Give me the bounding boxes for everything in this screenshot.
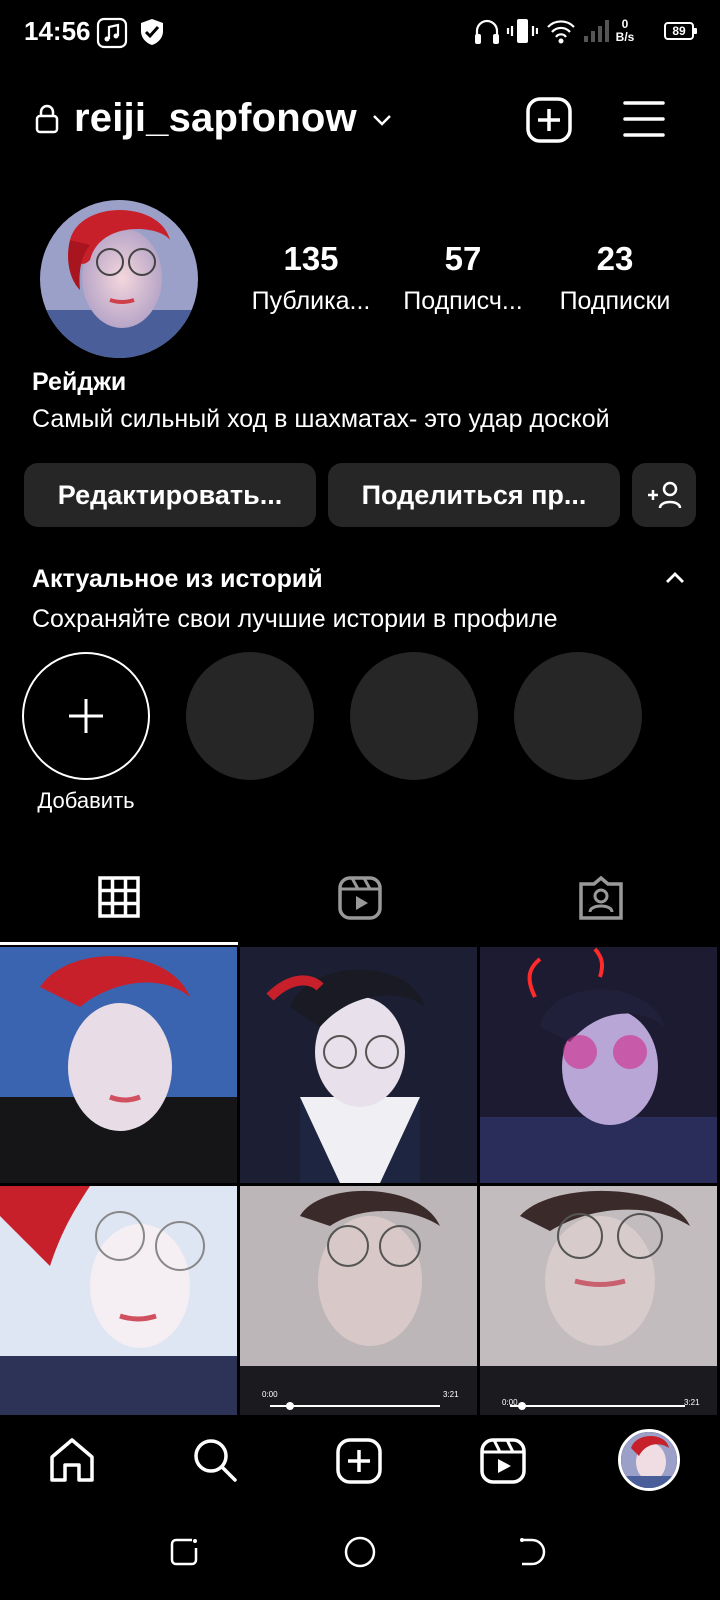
music-notification-icon [96,17,128,49]
highlights-subtitle: Сохраняйте свои лучшие истории в профиле [32,605,558,633]
followers-count[interactable]: 57 [388,240,538,278]
profile-avatar[interactable] [40,200,198,358]
grid-post[interactable] [0,947,237,1183]
active-tab-indicator [0,942,238,945]
status-time: 14:56 [24,16,91,46]
highlight-placeholder [350,652,478,780]
vibrate-icon [506,19,538,43]
create-icon[interactable] [336,1438,382,1484]
menu-button[interactable] [622,98,666,140]
tab-tagged[interactable] [578,876,624,920]
net-speed: 0 B/s [615,17,635,44]
grid-post[interactable] [240,947,477,1183]
shield-icon [141,19,163,45]
signal-icon [584,20,609,42]
profile-name: Рейджи [32,368,127,396]
add-person-icon [648,481,682,509]
profile-tab-avatar[interactable] [618,1429,680,1491]
highlight-placeholder [514,652,642,780]
create-post-button[interactable] [525,96,573,144]
grid-post[interactable] [480,1186,717,1422]
video-time-start: 0:00 [262,1390,278,1399]
recent-apps-icon[interactable] [168,1536,200,1568]
battery-indicator: 89 [664,22,697,40]
following-label[interactable]: Подписки [540,287,690,316]
add-highlight-label: Добавить [37,788,135,813]
following-count[interactable]: 23 [540,240,690,278]
video-time-end: 3:21 [684,1398,700,1407]
headphones-icon [475,19,499,44]
discover-people-button[interactable] [632,463,696,527]
grid-post[interactable] [240,1186,477,1422]
home-icon[interactable] [48,1437,96,1483]
lock-icon [35,104,59,134]
chevron-down-icon[interactable] [370,110,394,130]
followers-label[interactable]: Подписч... [388,287,538,316]
reels-icon[interactable] [480,1438,526,1484]
posts-label[interactable]: Публика... [236,287,386,316]
highlights-title: Актуальное из историй [32,565,323,593]
chevron-up-icon[interactable] [664,570,686,586]
video-time-end: 3:21 [443,1390,459,1399]
tab-posts-grid[interactable] [98,876,140,918]
account-switcher[interactable]: reiji_sapfonow [74,96,357,141]
grid-post[interactable] [0,1186,237,1422]
home-button-icon[interactable] [343,1535,377,1569]
wifi-icon [547,20,575,44]
grid-post[interactable] [480,947,717,1183]
back-icon[interactable] [518,1536,548,1568]
plus-icon [69,699,103,733]
video-time-start: 0:00 [502,1398,518,1407]
posts-count[interactable]: 135 [236,240,386,278]
tab-reels[interactable] [338,876,382,920]
highlight-placeholder [186,652,314,780]
search-icon[interactable] [192,1437,238,1483]
profile-bio: Самый сильный ход в шахматах- это удар д… [32,405,610,433]
add-highlight-button[interactable] [22,652,150,780]
share-profile-button[interactable]: Поделиться пр... [328,463,620,527]
edit-profile-button[interactable]: Редактировать... [24,463,316,527]
